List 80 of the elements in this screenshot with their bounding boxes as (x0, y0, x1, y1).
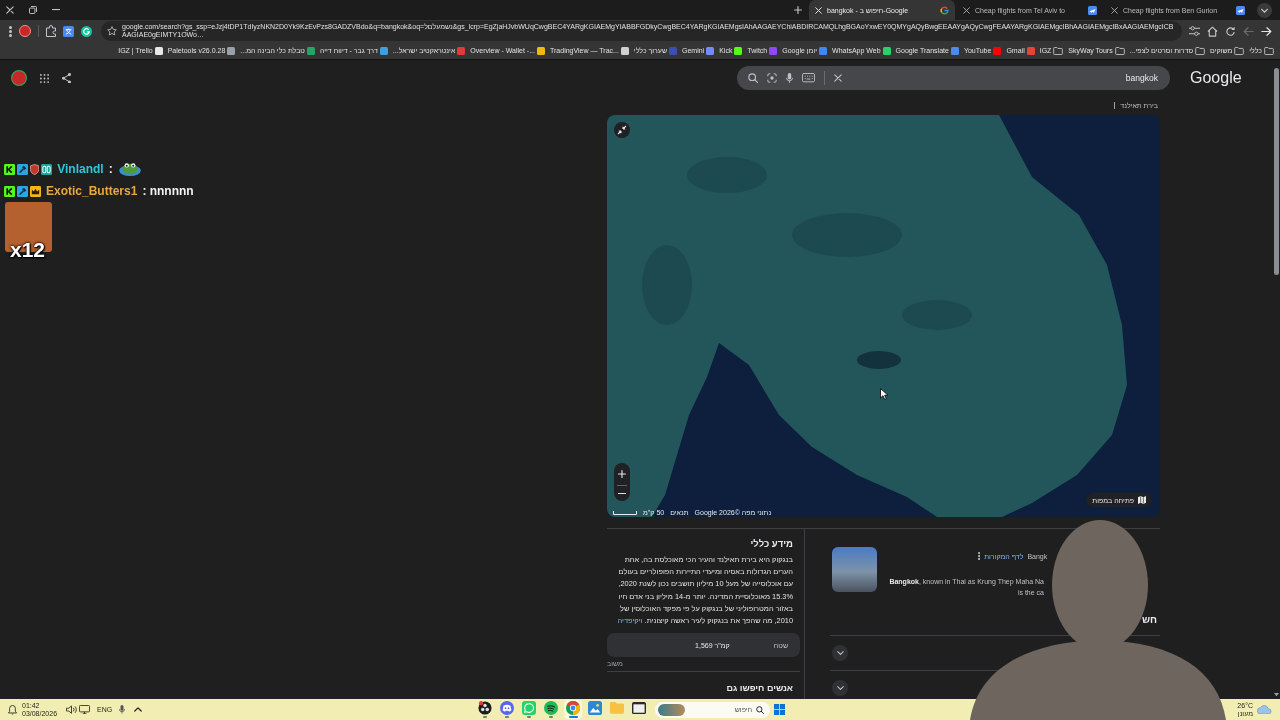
chat-bubble-app-icon (522, 701, 537, 715)
square-favicon-icon (1088, 5, 1097, 15)
chevron-down-icon[interactable] (1257, 2, 1272, 18)
translate-icon[interactable] (63, 25, 74, 37)
keyboard-icon[interactable] (802, 73, 815, 83)
home-icon[interactable] (1207, 25, 1218, 37)
shield-badge-icon (30, 163, 40, 175)
sound-waves-app-icon (544, 701, 559, 715)
back-icon[interactable] (1261, 26, 1272, 36)
folder-app-icon (610, 702, 625, 714)
photo-placeholder[interactable] (832, 547, 877, 592)
close-icon[interactable] (6, 6, 14, 14)
controller-app-icon (500, 701, 515, 715)
taskbar-button[interactable] (542, 700, 561, 719)
folder-icon (1195, 46, 1206, 55)
k-badge-icon (4, 185, 15, 197)
section-heading: אנשים חיפשו גם (725, 682, 794, 695)
more-options-icon[interactable] (978, 552, 981, 560)
microphone-icon[interactable] (119, 705, 126, 714)
ring-favicon-icon (940, 5, 949, 15)
circles-app-icon (478, 701, 493, 715)
folder-icon (1234, 46, 1245, 55)
scroll-down-arrow-icon[interactable] (1273, 692, 1279, 696)
microphone-icon[interactable] (786, 72, 793, 84)
zoom-out-icon[interactable] (618, 492, 626, 495)
monitor-icon[interactable] (79, 704, 91, 715)
chat-message: : nnnnnn (142, 184, 194, 198)
folder-icon (1264, 46, 1274, 55)
folded-map-icon (1138, 496, 1146, 504)
chevron-up-icon[interactable] (134, 707, 143, 712)
chevron-down-icon (836, 685, 844, 691)
k-badge-icon (4, 163, 15, 175)
speaker-icon[interactable] (66, 704, 78, 715)
clear-icon[interactable] (834, 74, 842, 82)
avatar-icon[interactable] (19, 25, 31, 37)
scan-frame-icon[interactable] (767, 73, 777, 83)
folder-icon (1053, 46, 1064, 55)
window-app-icon (632, 701, 647, 715)
expand-button[interactable] (832, 680, 848, 696)
bars-badge-icon (41, 163, 53, 175)
photo-placeholder (658, 703, 686, 716)
reload-icon[interactable] (1225, 25, 1236, 37)
avatar-icon[interactable] (11, 70, 27, 86)
mouse-cursor-icon (880, 388, 889, 400)
close-icon[interactable] (963, 6, 970, 14)
circle-arc-icon[interactable] (81, 25, 92, 37)
expand-button[interactable] (832, 645, 848, 661)
folder-icon (1114, 46, 1125, 55)
hammer-badge-icon (17, 163, 28, 175)
section-heading: חש (1141, 613, 1158, 626)
new-tab-icon[interactable] (794, 6, 802, 14)
chat-username: Vinlandl (57, 162, 104, 176)
apps-grid-icon[interactable] (40, 73, 49, 83)
chevron-down-icon (836, 650, 844, 656)
collapse-icon[interactable] (614, 122, 630, 138)
square-favicon-icon (1236, 5, 1245, 15)
section-heading: מידע כללי (749, 538, 794, 550)
menu-icon[interactable] (9, 25, 12, 37)
search-field[interactable]: bangkok (737, 66, 1170, 90)
hammer-badge-icon (17, 185, 28, 197)
share-icon[interactable] (62, 72, 71, 84)
restore-icon[interactable] (29, 6, 37, 14)
puzzle-icon[interactable] (46, 25, 56, 37)
crown-badge-icon (30, 185, 41, 197)
start-icon[interactable] (774, 704, 786, 715)
search-icon[interactable] (748, 73, 758, 83)
segmented-circle-app-icon (566, 701, 581, 715)
tune-icon[interactable] (1189, 26, 1200, 36)
zoom-in-icon[interactable] (618, 469, 626, 478)
chat-username: Exotic_Butters1 (46, 184, 138, 198)
close-icon[interactable] (1111, 6, 1118, 14)
chat-message: : (108, 162, 113, 176)
scrollbar-thumb[interactable] (1273, 68, 1279, 275)
site-logo[interactable]: Google (1190, 69, 1242, 87)
minimize-icon[interactable] (52, 9, 60, 11)
scale-bar-icon (613, 510, 637, 515)
bell-icon[interactable] (8, 704, 17, 715)
star-icon[interactable] (107, 26, 117, 36)
picture-app-icon (588, 701, 603, 715)
search-icon (756, 705, 765, 714)
